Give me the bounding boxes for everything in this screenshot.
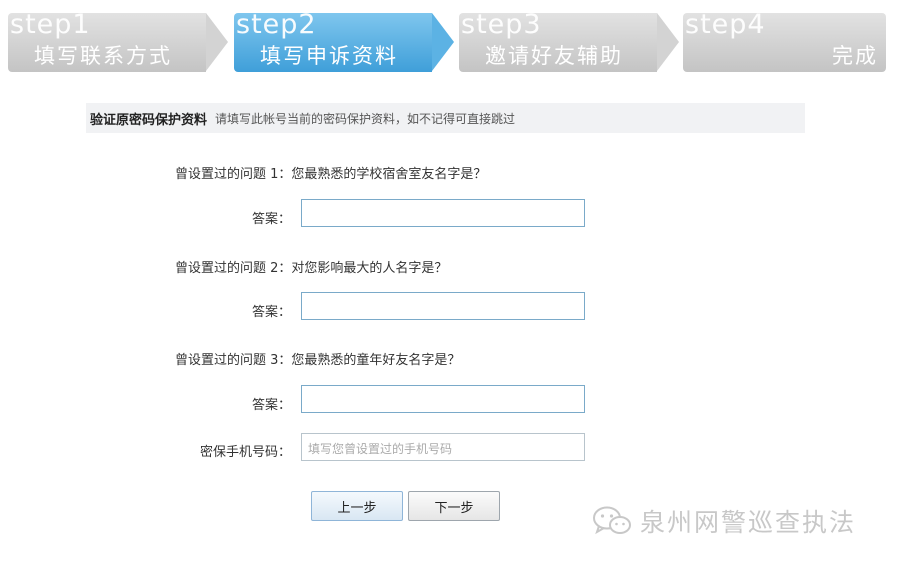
section-subtitle: 请填写此帐号当前的密码保护资料，如不记得可直接跳过: [215, 111, 516, 126]
answer-1-label: 答案：: [251, 212, 291, 227]
watermark: 泉州网警巡查执法: [592, 503, 856, 539]
step-2: step2 填写申诉资料: [234, 9, 454, 72]
answer-3-label: 答案：: [251, 398, 291, 413]
step-3-word: step3: [461, 9, 542, 40]
step-4-title: 完成: [832, 44, 878, 68]
step-3: step3 邀请好友辅助: [459, 9, 679, 72]
step-4-word: step4: [685, 9, 766, 40]
next-step-button[interactable]: 下一步: [408, 491, 500, 521]
step-1-arrow: [206, 13, 228, 71]
step-4: step4 完成: [683, 9, 886, 72]
section-title: 验证原密码保护资料: [90, 112, 208, 128]
watermark-text: 泉州网警巡查执法: [640, 508, 857, 537]
question-3-label: 曾设置过的问题 3：您最熟悉的童年好友名字是？: [175, 353, 461, 368]
step-progress-bar: step1 填写联系方式 step2 填写申诉资料 step3 邀请好友辅助 s…: [8, 9, 890, 73]
phone-input[interactable]: 填写您曾设置过的手机号码: [301, 433, 585, 461]
step-3-arrow: [657, 13, 679, 71]
answer-2-label: 答案：: [251, 305, 291, 320]
step-1: step1 填写联系方式: [8, 9, 228, 72]
step-2-title: 填写申诉资料: [260, 44, 398, 68]
question-2-label: 曾设置过的问题 2：对您影响最大的人名字是？: [175, 261, 448, 276]
step-2-word: step2: [236, 9, 317, 40]
section-header: 验证原密码保护资料 请填写此帐号当前的密码保护资料，如不记得可直接跳过: [86, 103, 805, 133]
answer-1-input[interactable]: [301, 199, 585, 227]
prev-step-button[interactable]: 上一步: [311, 491, 403, 521]
step-1-word: step1: [10, 9, 91, 40]
answer-2-input[interactable]: [301, 292, 585, 320]
step-3-title: 邀请好友辅助: [485, 44, 623, 68]
answer-3-input[interactable]: [301, 385, 585, 413]
step-1-title: 填写联系方式: [34, 44, 172, 68]
question-1-label: 曾设置过的问题 1：您最熟悉的学校宿舍室友名字是？: [175, 167, 487, 182]
appeal-page: step1 填写联系方式 step2 填写申诉资料 step3 邀请好友辅助 s…: [0, 0, 899, 564]
step-2-arrow: [432, 13, 454, 71]
wechat-icon: [593, 506, 631, 535]
phone-label: 密保手机号码：: [199, 445, 291, 460]
